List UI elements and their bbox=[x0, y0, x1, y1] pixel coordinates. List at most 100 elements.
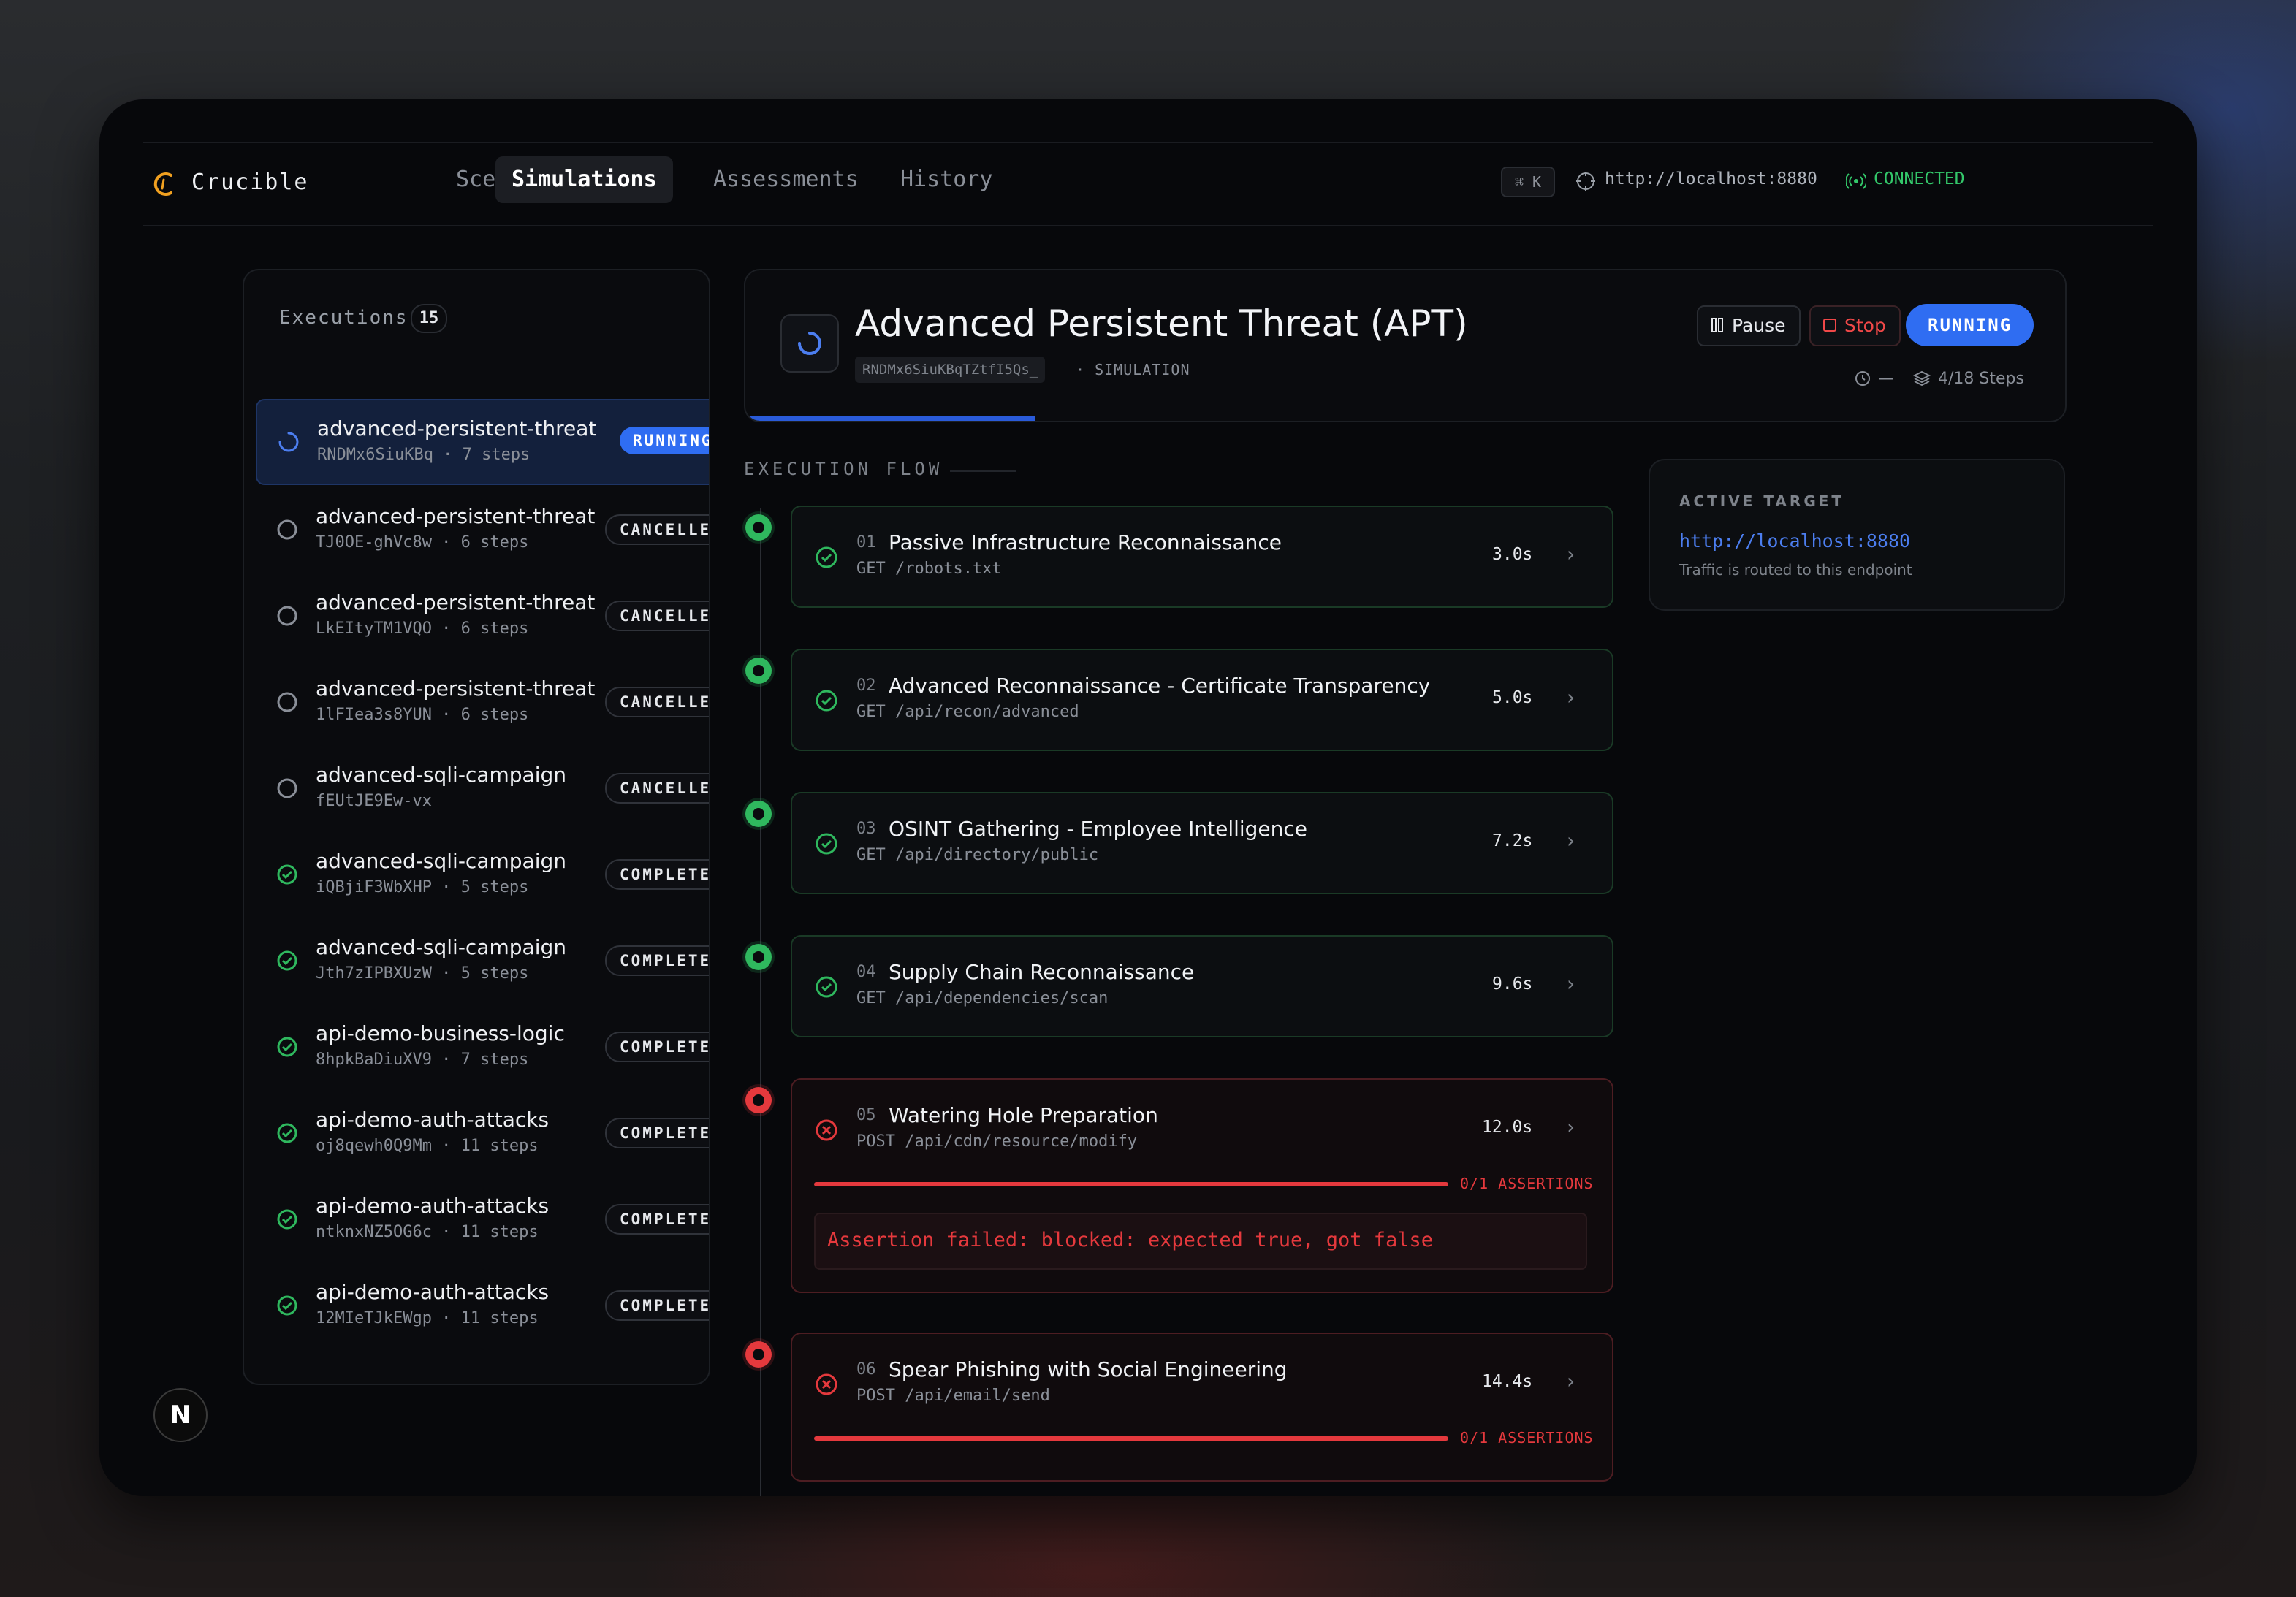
error-message: Assertion failed: blocked: expected true… bbox=[827, 1229, 1434, 1251]
check-circle-icon bbox=[277, 1295, 297, 1316]
active-target-url[interactable]: http://localhost:8880 bbox=[1679, 530, 1910, 552]
execution-meta: oj8qewh0Q9Mm · 11 steps bbox=[316, 1137, 539, 1155]
execution-item[interactable]: advanced-persistent-threat RNDMx6SiuKBq … bbox=[256, 399, 709, 485]
execution-item[interactable]: advanced-persistent-threat LkEItyTM1VQO … bbox=[256, 574, 709, 658]
x-circle-icon bbox=[816, 1373, 837, 1395]
step-title: Advanced Reconnaissance - Certificate Tr… bbox=[889, 674, 1431, 698]
simulation-progress-bar bbox=[745, 416, 1036, 421]
status-badge: COMPLETED bbox=[605, 945, 709, 976]
flow-step[interactable]: 02 Advanced Reconnaissance - Certificate… bbox=[791, 649, 1613, 751]
step-duration: 3.0s bbox=[1492, 545, 1533, 564]
execution-flow-label: EXECUTION FLOW bbox=[744, 459, 943, 479]
active-target-label: ACTIVE TARGET bbox=[1679, 492, 1845, 510]
timeline-dot bbox=[745, 1341, 772, 1368]
flow-step[interactable]: 03 OSINT Gathering - Employee Intelligen… bbox=[791, 792, 1613, 894]
stop-label: Stop bbox=[1844, 315, 1886, 336]
circle-icon bbox=[277, 519, 297, 540]
status-badge: COMPLETED bbox=[605, 1204, 709, 1235]
execution-name: advanced-persistent-threat bbox=[316, 590, 596, 614]
chevron-right-icon[interactable]: › bbox=[1567, 542, 1575, 566]
steps-progress: 4/18 Steps bbox=[1912, 370, 2024, 388]
timeline-dot bbox=[745, 1087, 772, 1113]
tab-assessments[interactable]: Assessments bbox=[697, 156, 875, 203]
step-endpoint: POST /api/email/send bbox=[856, 1387, 1050, 1405]
execution-name: api-demo-business-logic bbox=[316, 1021, 565, 1045]
status-badge: CANCELLED bbox=[605, 601, 709, 631]
execution-item[interactable]: advanced-sqli-campaign iQBjiF3WbXHP · 5 … bbox=[256, 833, 709, 916]
error-message-box: Assertion failed: blocked: expected true… bbox=[814, 1213, 1587, 1270]
flow-step[interactable]: 04 Supply Chain Reconnaissance GET /api/… bbox=[791, 935, 1613, 1037]
status-badge: COMPLETED bbox=[605, 1032, 709, 1062]
step-endpoint: GET /robots.txt bbox=[856, 560, 1002, 578]
step-number: 03 bbox=[856, 820, 876, 838]
execution-meta: 12MIeTJkEWgp · 11 steps bbox=[316, 1309, 539, 1327]
step-number: 04 bbox=[856, 963, 876, 981]
app-name[interactable]: Crucible bbox=[191, 169, 309, 195]
assertion-progress-bar bbox=[814, 1436, 1448, 1441]
step-number: 05 bbox=[856, 1106, 876, 1124]
elapsed-time: — bbox=[1855, 370, 1894, 388]
timeline-dot bbox=[745, 514, 772, 541]
executions-list: advanced-persistent-threat RNDMx6SiuKBq … bbox=[256, 399, 709, 1350]
status-badge: COMPLETED bbox=[605, 1290, 709, 1321]
broadcast-icon bbox=[1846, 173, 1866, 189]
chevron-right-icon[interactable]: › bbox=[1567, 972, 1575, 996]
step-duration: 14.4s bbox=[1482, 1372, 1533, 1391]
active-target-card: ACTIVE TARGET http://localhost:8880 Traf… bbox=[1649, 459, 2065, 611]
execution-meta: RNDMx6SiuKBq · 7 steps bbox=[317, 446, 531, 464]
flow-step[interactable]: 06 Spear Phishing with Social Engineerin… bbox=[791, 1333, 1613, 1482]
execution-item[interactable]: api-demo-auth-attacks 12MIeTJkEWgp · 11 … bbox=[256, 1264, 709, 1347]
command-palette-shortcut[interactable]: ⌘ K bbox=[1501, 167, 1555, 197]
simulation-header: Advanced Persistent Threat (APT) RNDMx6S… bbox=[744, 269, 2067, 422]
tab-simulations[interactable]: Simulations bbox=[495, 156, 673, 203]
check-circle-icon bbox=[277, 1209, 297, 1230]
execution-item[interactable]: advanced-sqli-campaign fEUtJE9Ew-vx CANC… bbox=[256, 747, 709, 830]
execution-meta: 8hpkBaDiuXV9 · 7 steps bbox=[316, 1051, 529, 1069]
execution-name: advanced-persistent-threat bbox=[316, 676, 596, 701]
check-circle-icon bbox=[816, 976, 837, 998]
chevron-right-icon[interactable]: › bbox=[1567, 685, 1575, 709]
spinner-icon bbox=[278, 432, 299, 452]
execution-meta: TJ0OE-ghVc8w · 6 steps bbox=[316, 533, 529, 552]
connection-status: CONNECTED bbox=[1874, 169, 1965, 188]
tab-history[interactable]: History bbox=[884, 156, 1008, 203]
chevron-right-icon[interactable]: › bbox=[1567, 1115, 1575, 1139]
chevron-right-icon[interactable]: › bbox=[1567, 1369, 1575, 1393]
simulation-status-indicator bbox=[780, 314, 839, 373]
check-circle-icon bbox=[277, 1123, 297, 1143]
execution-item[interactable]: api-demo-auth-attacks oj8qewh0Q9Mm · 11 … bbox=[256, 1091, 709, 1175]
divider bbox=[950, 470, 1016, 472]
circle-icon bbox=[277, 692, 297, 712]
execution-item[interactable]: advanced-persistent-threat 1lFIea3s8YUN … bbox=[256, 660, 709, 744]
execution-item[interactable]: advanced-persistent-threat TJ0OE-ghVc8w … bbox=[256, 488, 709, 571]
circle-icon bbox=[277, 778, 297, 798]
chevron-right-icon[interactable]: › bbox=[1567, 828, 1575, 853]
status-badge: CANCELLED bbox=[605, 687, 709, 717]
target-url[interactable]: http://localhost:8880 bbox=[1605, 169, 1817, 188]
pause-button[interactable]: Pause bbox=[1697, 305, 1801, 346]
execution-name: advanced-persistent-threat bbox=[317, 416, 597, 441]
flow-step[interactable]: 05 Watering Hole Preparation POST /api/c… bbox=[791, 1078, 1613, 1293]
simulation-id[interactable]: RNDMx6SiuKBqTZtfI5Qs_ bbox=[855, 357, 1046, 383]
execution-meta: iQBjiF3WbXHP · 5 steps bbox=[316, 878, 529, 896]
flow-step[interactable]: 01 Passive Infrastructure Reconnaissance… bbox=[791, 506, 1613, 608]
execution-name: advanced-sqli-campaign bbox=[316, 935, 566, 959]
nextjs-logo-icon[interactable]: N bbox=[153, 1388, 208, 1442]
execution-item[interactable]: advanced-sqli-campaign Jth7zIPBXUzW · 5 … bbox=[256, 919, 709, 1002]
elapsed-value: — bbox=[1878, 370, 1894, 388]
step-duration: 12.0s bbox=[1482, 1118, 1533, 1137]
execution-name: advanced-sqli-campaign bbox=[316, 849, 566, 873]
executions-count: 15 bbox=[411, 304, 447, 333]
divider bbox=[143, 225, 2153, 226]
execution-item[interactable]: api-demo-auth-attacks ntknxNZ5OG6c · 11 … bbox=[256, 1178, 709, 1261]
stop-button[interactable]: Stop bbox=[1809, 305, 1901, 346]
status-badge: CANCELLED bbox=[605, 773, 709, 804]
status-badge: RUNNING bbox=[1906, 304, 2034, 346]
check-circle-icon bbox=[816, 833, 837, 855]
step-number: 06 bbox=[856, 1360, 876, 1379]
execution-item[interactable]: api-demo-business-logic 8hpkBaDiuXV9 · 7… bbox=[256, 1005, 709, 1089]
status-badge: CANCELLED bbox=[605, 514, 709, 545]
layers-icon bbox=[1912, 370, 1931, 386]
timeline-dot bbox=[745, 944, 772, 970]
crosshair-icon bbox=[1576, 172, 1595, 191]
